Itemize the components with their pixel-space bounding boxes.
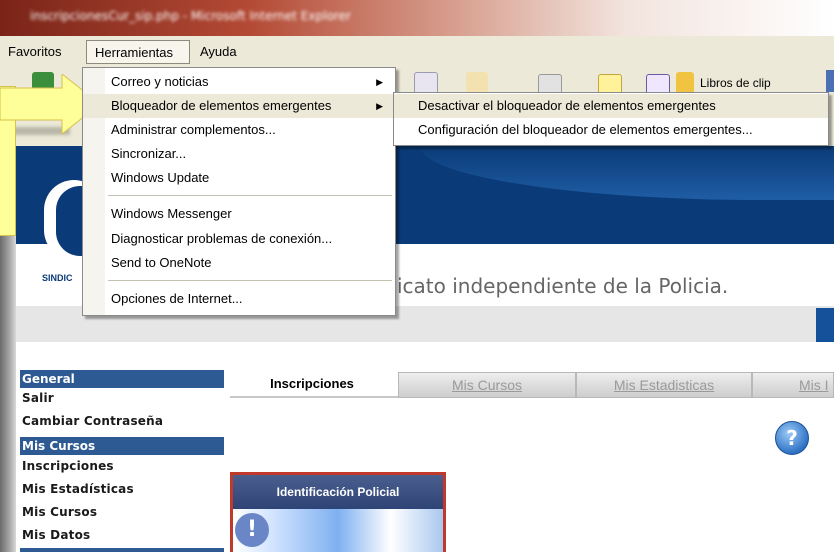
menu-item-label: Correo y noticias <box>111 74 209 89</box>
menu-bar: Favoritos Herramientas Ayuda <box>0 36 834 67</box>
menu-item-label: Bloqueador de elementos emergentes <box>111 98 332 113</box>
sidebar-header-general: General <box>20 370 224 388</box>
window-title: inscripcionesCur_sip.php - Microsoft Int… <box>30 9 351 23</box>
menu-item-complementos[interactable]: Administrar complementos... <box>83 118 395 142</box>
submenu-item-desactivar[interactable]: Desactivar el bloqueador de elementos em… <box>394 94 828 118</box>
logo-caption: SINDIC <box>42 273 73 283</box>
tab-inscripciones[interactable]: Inscripciones <box>230 372 394 396</box>
menu-item-messenger[interactable]: Windows Messenger <box>83 202 395 226</box>
toolbar-edge-icon <box>826 70 834 92</box>
submenu-arrow-icon: ▶ <box>376 77 383 87</box>
tab-mis-cursos[interactable]: Mis Cursos <box>398 372 576 398</box>
submenu-arrow-icon: ▶ <box>376 101 383 111</box>
course-card-title[interactable]: Identificación Policial <box>233 475 443 509</box>
menu-item-opciones-internet[interactable]: Opciones de Internet... <box>83 287 395 311</box>
menu-herramientas[interactable]: Herramientas <box>86 40 190 64</box>
favorites-icon[interactable] <box>466 72 488 94</box>
menu-item-windows-update[interactable]: Windows Update <box>83 166 395 190</box>
nav-strip-accent <box>816 308 834 342</box>
tab-mis-datos[interactable]: Mis I <box>752 372 834 398</box>
tab-mis-estadisticas[interactable]: Mis Estadisticas <box>576 372 752 398</box>
menu-favoritos[interactable]: Favoritos <box>4 42 65 62</box>
sidebar-item-mis-cursos[interactable]: Mis Cursos <box>22 505 97 519</box>
sidebar-item-salir[interactable]: Salir <box>22 391 54 405</box>
menu-separator <box>108 280 392 281</box>
sidebar-item-inscripciones[interactable]: Inscripciones <box>22 459 114 473</box>
site-slogan: icato independiente de la Policia. <box>397 274 729 298</box>
menu-item-onenote[interactable]: Send to OneNote <box>83 251 395 275</box>
alert-icon: ! <box>235 513 269 547</box>
menu-item-diagnosticar[interactable]: Diagnosticar problemas de conexión... <box>83 227 395 251</box>
sidebar-item-mis-estadisticas[interactable]: Mis Estadísticas <box>22 482 134 496</box>
help-icon[interactable]: ? <box>775 421 809 455</box>
menu-ayuda[interactable]: Ayuda <box>196 42 241 62</box>
menu-separator <box>108 195 392 196</box>
links-folder-icon[interactable] <box>676 72 694 94</box>
sidebar-item-cambiar-contrasena[interactable]: Cambiar Contraseña <box>22 414 163 428</box>
links-label[interactable]: Libros de clip <box>700 76 771 90</box>
submenu-item-configuracion[interactable]: Configuración del bloqueador de elemento… <box>394 118 828 142</box>
menu-item-correo[interactable]: Correo y noticias ▶ <box>83 70 395 94</box>
sidebar-item-mis-datos[interactable]: Mis Datos <box>22 528 90 542</box>
menu-item-sincronizar[interactable]: Sincronizar... <box>83 142 395 166</box>
sidebar-header-mis-cursos: Mis Cursos <box>20 437 224 455</box>
menu-item-bloqueador[interactable]: Bloqueador de elementos emergentes ▶ <box>83 94 395 118</box>
sidebar-header-next <box>20 548 224 552</box>
